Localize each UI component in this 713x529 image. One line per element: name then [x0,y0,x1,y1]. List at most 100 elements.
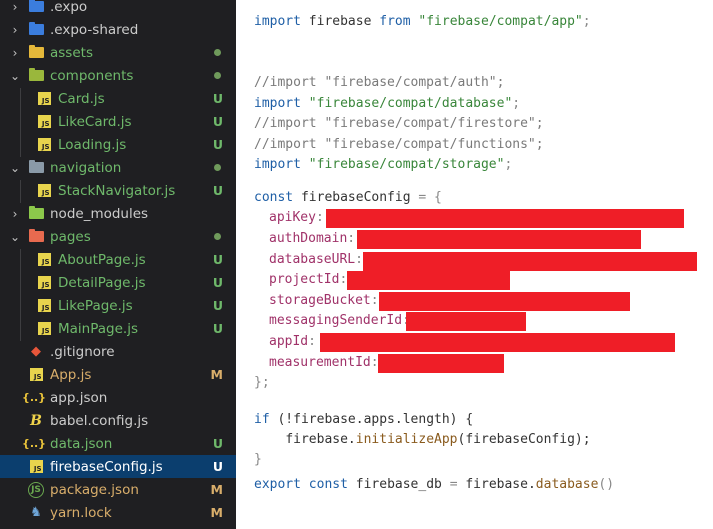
expo-folder-icon [28,22,44,38]
js-file-icon: JS [28,459,44,475]
js-file-icon: JS [36,298,52,314]
likecard-js-row[interactable]: JS LikeCard.js U [0,110,236,133]
comment-line: //import "firebase/compat/firestore"; [254,116,544,131]
firebaseconfig-js-row[interactable]: JS firebaseConfig.js U [0,455,236,478]
redaction-bar [379,292,630,311]
npm-icon: JS [28,481,44,498]
item-label: package.json [50,481,139,498]
comment-line: //import "firebase/compat/functions"; [254,137,544,152]
pages-folder-row[interactable]: ⌄ pages [0,225,236,248]
code-line: firebase.initializeApp(firebaseConfig); [254,430,590,450]
item-label: data.json [50,435,113,452]
string-token: "firebase/compat/storage" [308,157,505,172]
untracked-dot-icon [214,72,221,79]
item-label: assets [50,44,93,61]
mainpage-js-row[interactable]: JS MainPage.js U [0,317,236,340]
expo-folder-row[interactable]: › .expo [0,0,236,18]
config-property-line: storageBucket: [269,291,379,311]
git-status-badge: U [212,183,223,198]
folder-icon [28,45,44,61]
keyword-token: import [254,96,301,111]
babel-icon: B [30,412,42,429]
identifier-token: firebase. [285,432,356,447]
pages-folder-icon [28,229,44,245]
item-label: .expo [50,0,88,15]
item-label: yarn.lock [50,504,112,521]
keyword-token: const [254,190,294,205]
colon-token: : [308,334,316,349]
config-property-line: databaseURL: [269,250,363,270]
stacknavigator-js-row[interactable]: JS StackNavigator.js U [0,179,236,202]
code-line: } [254,452,262,467]
item-label: StackNavigator.js [58,182,176,199]
punctuation-token: ; [504,157,513,172]
package-json-row[interactable]: JS package.json M [0,478,236,501]
navigation-folder-row[interactable]: ⌄ navigation [0,156,236,179]
punctuation-token: ; [512,96,521,111]
property-key: storageBucket [269,293,371,308]
git-status-badge: U [212,137,223,152]
js-file-icon: JS [36,137,52,153]
js-file-icon: JS [36,252,52,268]
code-line: const firebaseConfig = { [254,188,442,208]
colon-token: : [370,293,379,308]
folder-open-icon [28,160,44,176]
item-label: MainPage.js [58,320,138,337]
property-key: projectId [269,272,340,287]
colon-token: : [355,252,363,267]
git-status-badge: U [212,252,223,267]
node-modules-folder-row[interactable]: › node_modules [0,202,236,225]
app-js-row[interactable]: JS App.js M [0,363,236,386]
keyword-token: import [254,14,301,29]
aboutpage-js-row[interactable]: JS AboutPage.js U [0,248,236,271]
colon-token: : [315,210,324,225]
item-label: firebaseConfig.js [50,458,163,475]
chevron-down-icon: ⌄ [10,229,21,244]
code-line: import "firebase/compat/database"; [254,94,520,114]
git-status-badge: M [210,367,223,382]
keyword-token: if [254,412,270,427]
node-folder-icon [28,206,44,222]
redaction-bar [357,230,641,249]
git-status-badge: U [212,91,223,106]
identifier-token: firebaseConfig [293,190,419,205]
loading-js-row[interactable]: JS Loading.js U [0,133,236,156]
comment-line: //import "firebase/compat/auth"; [254,75,505,90]
detailpage-js-row[interactable]: JS DetailPage.js U [0,271,236,294]
folder-open-icon [28,68,44,84]
untracked-dot-icon [214,49,221,56]
babel-config-row[interactable]: B babel.config.js [0,409,236,432]
js-file-icon: JS [28,367,44,383]
punctuation-token: ; [582,14,591,29]
assets-folder-row[interactable]: › assets [0,41,236,64]
string-token: "firebase/compat/app" [418,14,583,29]
gitignore-row[interactable]: ◆ .gitignore [0,340,236,363]
item-label: Loading.js [58,136,127,153]
git-status-badge: M [210,505,223,520]
code-line: export const firebase_db = firebase.data… [254,475,614,495]
item-label: navigation [50,159,122,176]
chevron-right-icon: › [12,206,18,221]
item-label: node_modules [50,205,149,222]
expo-shared-folder-row[interactable]: › .expo-shared [0,18,236,41]
colon-token: : [347,231,356,246]
data-json-row[interactable]: {..} data.json U [0,432,236,455]
redaction-bar [378,354,504,373]
item-label: DetailPage.js [58,274,146,291]
git-status-badge: U [212,114,223,129]
chevron-right-icon: › [12,45,18,60]
code-editor[interactable]: import firebase from "firebase/compat/ap… [236,0,713,529]
components-folder-row[interactable]: ⌄ components [0,64,236,87]
git-status-badge: U [212,298,223,313]
app-json-row[interactable]: {..} app.json [0,386,236,409]
git-status-badge: U [212,275,223,290]
git-status-badge: U [212,321,223,336]
untracked-dot-icon [214,233,221,240]
likepage-js-row[interactable]: JS LikePage.js U [0,294,236,317]
card-js-row[interactable]: JS Card.js U [0,87,236,110]
keyword-token: from [379,14,411,29]
json-icon: {..} [21,437,47,450]
yarn-lock-row[interactable]: ♞ yarn.lock M [0,501,236,524]
file-explorer: › .expo › .expo-shared › assets ⌄ compon… [0,0,236,529]
